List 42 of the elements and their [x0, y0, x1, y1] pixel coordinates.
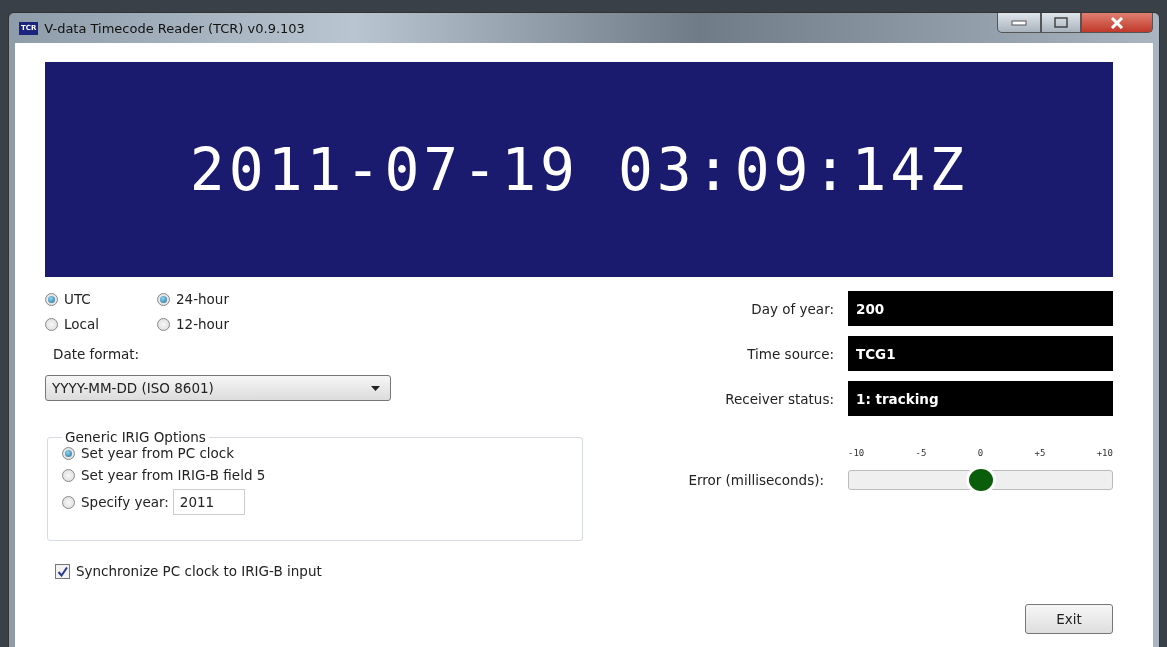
minimize-button[interactable]	[997, 13, 1041, 33]
date-format-dropdown[interactable]: YYYY-MM-DD (ISO 8601)	[45, 375, 391, 401]
exit-button[interactable]: Exit	[1025, 604, 1113, 634]
sync-label: Synchronize PC clock to IRIG-B input	[76, 563, 322, 579]
time-display: 2011-07-19 03:09:14Z	[45, 62, 1113, 277]
radio-button[interactable]	[157, 292, 170, 306]
status-value: 1: tracking	[848, 381, 1113, 416]
sync-checkbox[interactable]	[55, 563, 70, 579]
tick-label: +5	[1034, 448, 1046, 458]
status-value: 200	[848, 291, 1113, 326]
radio-button[interactable]	[62, 446, 75, 460]
option-label: Set year from IRIG-B field 5	[81, 467, 266, 483]
maximize-icon	[1054, 17, 1068, 28]
field-label: Time source:	[747, 345, 834, 362]
close-button[interactable]	[1081, 13, 1153, 33]
option-label: Specify year:	[81, 494, 169, 510]
year-field[interactable]: 2011	[172, 489, 245, 515]
option-label: 12-hour	[176, 316, 229, 332]
radio-button[interactable]	[45, 292, 58, 306]
radio-button[interactable]	[45, 317, 58, 331]
tick-label: 0	[977, 448, 984, 458]
radio-button[interactable]	[62, 495, 75, 509]
close-icon	[1110, 16, 1124, 29]
option-label: 24-hour	[176, 291, 229, 307]
group-title: Generic IRIG Options	[64, 429, 207, 445]
radio-button[interactable]	[157, 317, 170, 331]
option-label: Set year from PC clock	[81, 445, 235, 461]
field-label: Day of year:	[751, 300, 834, 317]
tick-label: +10	[1096, 448, 1113, 458]
tick-label: -10	[848, 448, 865, 458]
caret-icon	[371, 385, 380, 391]
radio-button[interactable]	[62, 468, 75, 482]
date-format-label: Date format:	[53, 346, 141, 362]
window-title: V-data Timecode Reader (TCR) v0.9.103	[44, 20, 305, 36]
option-label: UTC	[64, 291, 91, 307]
error-label: Error (milliseconds):	[688, 472, 824, 488]
option-label: Local	[64, 316, 99, 332]
field-label: Receiver status:	[725, 390, 834, 407]
maximize-button[interactable]	[1041, 13, 1081, 33]
tick-label: -5	[915, 448, 927, 458]
status-value: TCG1	[848, 336, 1113, 371]
minimize-icon	[1011, 19, 1027, 26]
